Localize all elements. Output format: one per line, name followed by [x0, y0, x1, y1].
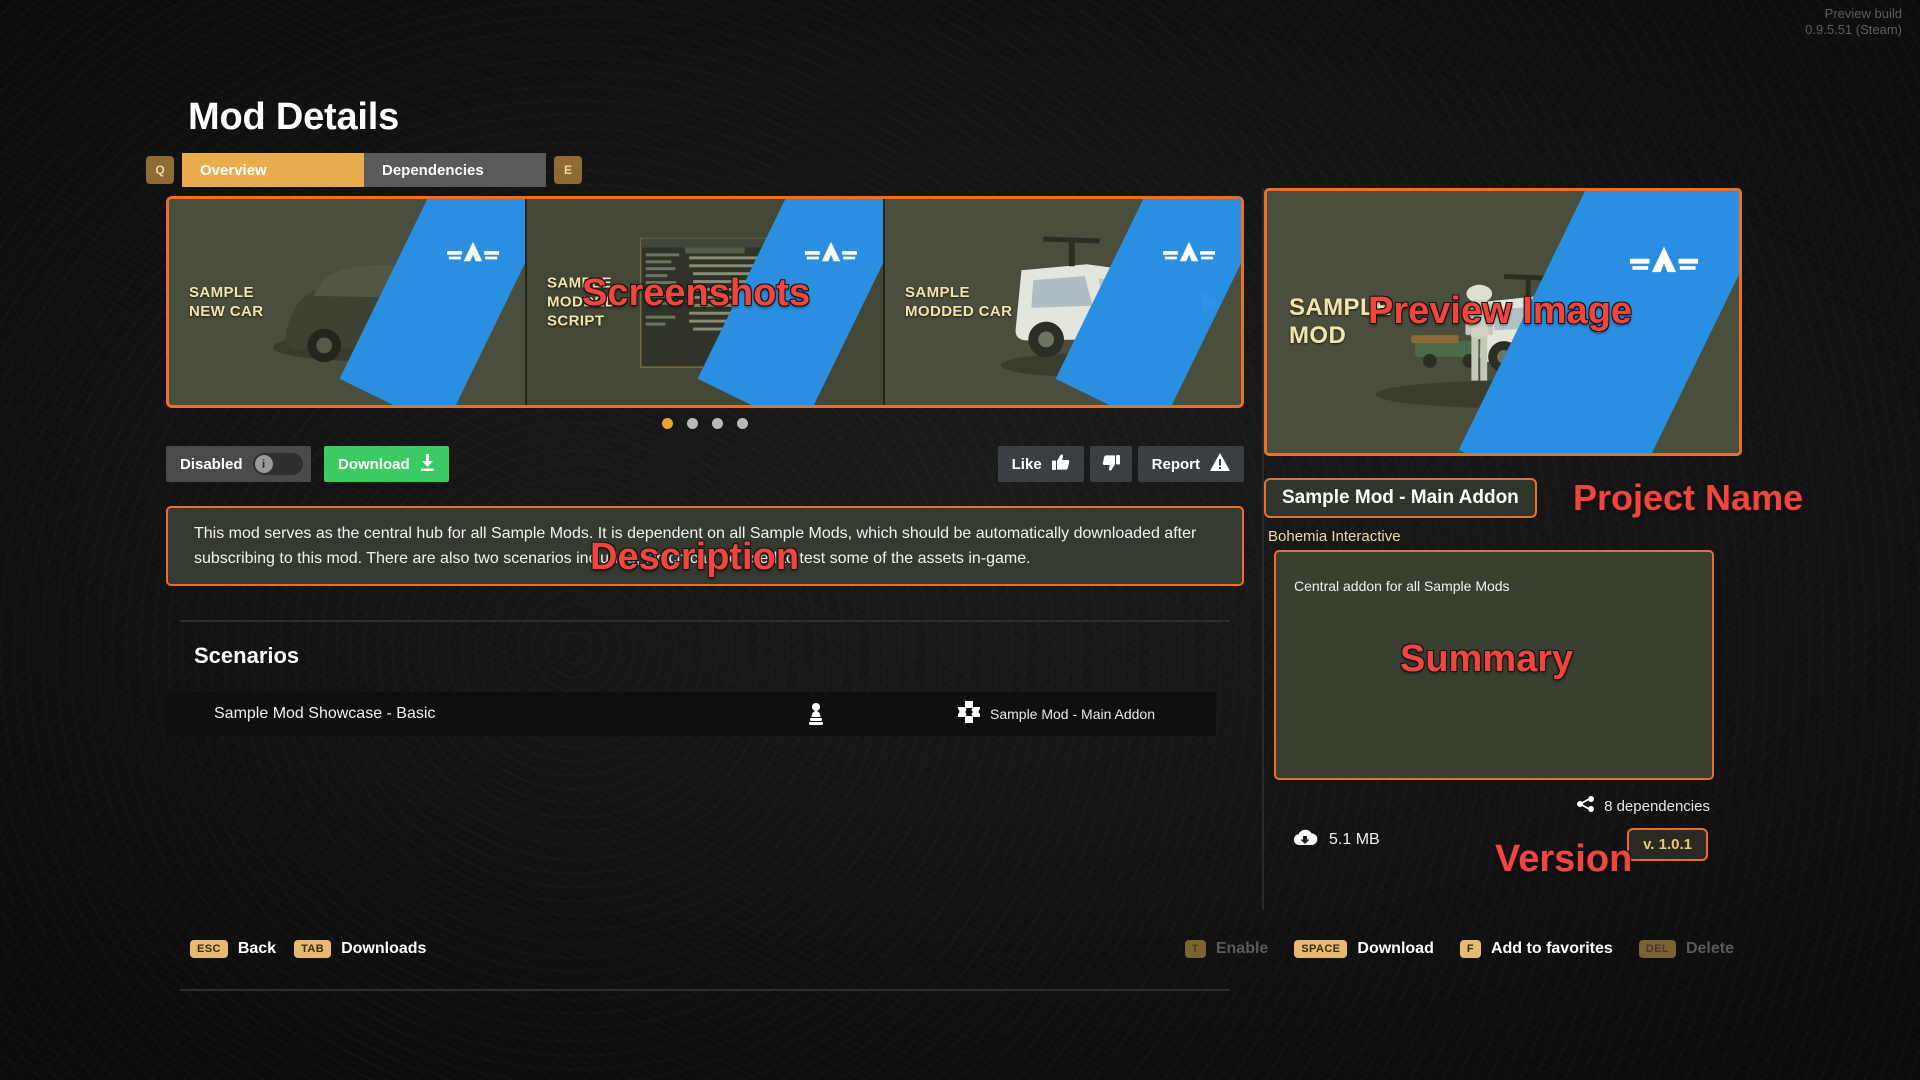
scenario-addon: Sample Mod - Main Addon [958, 700, 1196, 728]
delete-hint: DEL Delete [1638, 940, 1734, 958]
key-esc: ESC [190, 940, 228, 958]
carousel-pagination[interactable] [166, 418, 1244, 429]
favorites-label: Add to favorites [1490, 940, 1613, 957]
report-button-label: Report [1151, 455, 1200, 473]
like-button-label: Like [1011, 455, 1042, 473]
thumbs-down-icon [1102, 454, 1120, 475]
page-title: Mod Details [188, 96, 400, 138]
scenario-name: Sample Mod Showcase - Basic [214, 705, 436, 722]
mod-info-sidebar: SAMPLE MOD Sample Mod - Main Addon Bohem… [1264, 188, 1744, 861]
summary-text: Central addon for all Sample Mods [1294, 578, 1510, 594]
enable-label: Enable [1215, 940, 1269, 957]
overview-content: SAMPLE NEW CAR SAMPLE MODDED SCRIPT SAMP… [166, 196, 1244, 991]
download-hint[interactable]: SPACE Download [1294, 940, 1434, 958]
puzzle-piece-icon [958, 700, 980, 728]
screenshot-thumb-2[interactable]: SAMPLE MODDED SCRIPT [527, 199, 885, 405]
preview-label: SAMPLE MOD [1289, 294, 1392, 349]
project-author: Bohemia Interactive [1268, 528, 1401, 545]
scenarios-heading: Scenarios [194, 643, 300, 668]
warning-icon [1210, 453, 1230, 475]
key-t: T [1184, 940, 1206, 958]
downloads-hint[interactable]: TAB Downloads [294, 940, 426, 958]
description-box: This mod serves as the central hub for a… [166, 506, 1244, 586]
build-line-1: Preview build [1824, 6, 1902, 21]
summary-box: Central addon for all Sample Mods [1274, 550, 1714, 780]
like-button[interactable]: Like [997, 446, 1084, 482]
build-line-2: 0.9.5.51 (Steam) [1805, 22, 1902, 37]
annotation-project-name: Project Name [1572, 476, 1804, 519]
key-space: SPACE [1294, 940, 1348, 958]
download-size-label: 5.1 MB [1329, 831, 1380, 848]
social-actions: Like Report [997, 446, 1244, 482]
screenshot-label-1: SAMPLE NEW CAR [189, 284, 264, 320]
dislike-button[interactable] [1089, 446, 1132, 482]
tab-overview[interactable]: Overview [182, 153, 364, 187]
cloud-download-icon [1292, 828, 1318, 852]
description-text: This mod serves as the central hub for a… [194, 525, 1197, 567]
download-size: 5.1 MB [1292, 828, 1380, 852]
carousel-dot-3[interactable] [712, 418, 723, 429]
footer-left-hints: ESC Back TAB Downloads [190, 940, 426, 958]
preview-image[interactable]: SAMPLE MOD [1264, 188, 1742, 456]
carousel-next-icon[interactable] [1202, 291, 1219, 313]
download-hint-label: Download [1357, 940, 1434, 957]
thumbs-up-icon [1051, 453, 1070, 475]
key-tab: TAB [294, 940, 332, 958]
tab-next-key-hint[interactable]: E [554, 156, 582, 184]
screenshot-label-2: SAMPLE MODDED SCRIPT [547, 274, 617, 330]
footer-right-hints: T Enable SPACE Download F Add to favorit… [1184, 940, 1734, 958]
screenshot-thumb-3[interactable]: SAMPLE MODDED CAR [885, 199, 1241, 405]
arma-logo-icon [1627, 243, 1701, 277]
table-row[interactable]: Sample Mod Showcase - Basic Sample Mod -… [166, 692, 1216, 736]
build-version-label: Preview build 0.9.5.51 (Steam) [1805, 6, 1902, 38]
tab-bar: Q Overview Dependencies E [146, 153, 582, 187]
downloads-label: Downloads [341, 940, 427, 957]
divider-bottom [180, 989, 1230, 991]
toggle-switch[interactable]: i [252, 453, 303, 475]
enable-toggle-label: Disabled [180, 455, 243, 473]
screenshot-carousel[interactable]: SAMPLE NEW CAR SAMPLE MODDED SCRIPT SAMP… [166, 196, 1244, 408]
back-label: Back [237, 940, 277, 957]
screenshot-label-3: SAMPLE MODDED CAR [905, 284, 1013, 320]
tab-prev-key-hint[interactable]: Q [146, 156, 174, 184]
project-name: Sample Mod - Main Addon [1264, 478, 1537, 518]
carousel-dot-1[interactable] [662, 418, 673, 429]
dependencies-count-label: 8 dependencies [1604, 797, 1710, 815]
network-nodes-icon [1577, 796, 1596, 816]
tab-dependencies[interactable]: Dependencies [364, 153, 546, 187]
download-button-label: Download [337, 455, 410, 473]
key-del: DEL [1638, 940, 1676, 958]
arma-logo-icon [803, 239, 859, 265]
dependencies-count[interactable]: 8 dependencies [1577, 796, 1710, 816]
divider-top [180, 620, 1230, 622]
enable-toggle[interactable]: Disabled i [166, 446, 311, 482]
carousel-dot-4[interactable] [737, 418, 748, 429]
download-button[interactable]: Download [323, 446, 449, 482]
info-icon: i [254, 455, 273, 473]
scenario-addon-name: Sample Mod - Main Addon [990, 706, 1155, 722]
mod-details-screen: Preview build 0.9.5.51 (Steam) Mod Detai… [0, 0, 1920, 1080]
download-icon [420, 453, 435, 475]
report-button[interactable]: Report [1137, 446, 1244, 482]
arma-logo-icon [445, 239, 501, 265]
screenshot-thumb-1[interactable]: SAMPLE NEW CAR [169, 199, 527, 405]
carousel-dot-2[interactable] [687, 418, 698, 429]
enable-hint: T Enable [1184, 940, 1269, 958]
delete-label: Delete [1685, 940, 1734, 957]
annotation-version: Version [1494, 837, 1633, 881]
back-hint[interactable]: ESC Back [190, 940, 276, 958]
arma-logo-icon [1161, 239, 1217, 265]
favorites-hint[interactable]: F Add to favorites [1459, 940, 1613, 958]
single-player-icon [806, 703, 826, 725]
key-f: F [1459, 940, 1481, 958]
version-badge: v. 1.0.1 [1627, 828, 1708, 861]
